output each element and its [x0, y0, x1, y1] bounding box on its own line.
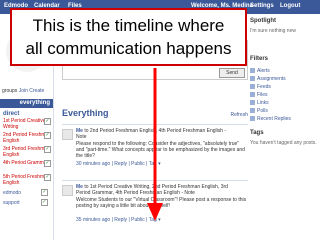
annotation-arrow: [147, 68, 163, 221]
arrow-head-icon: [147, 203, 163, 221]
